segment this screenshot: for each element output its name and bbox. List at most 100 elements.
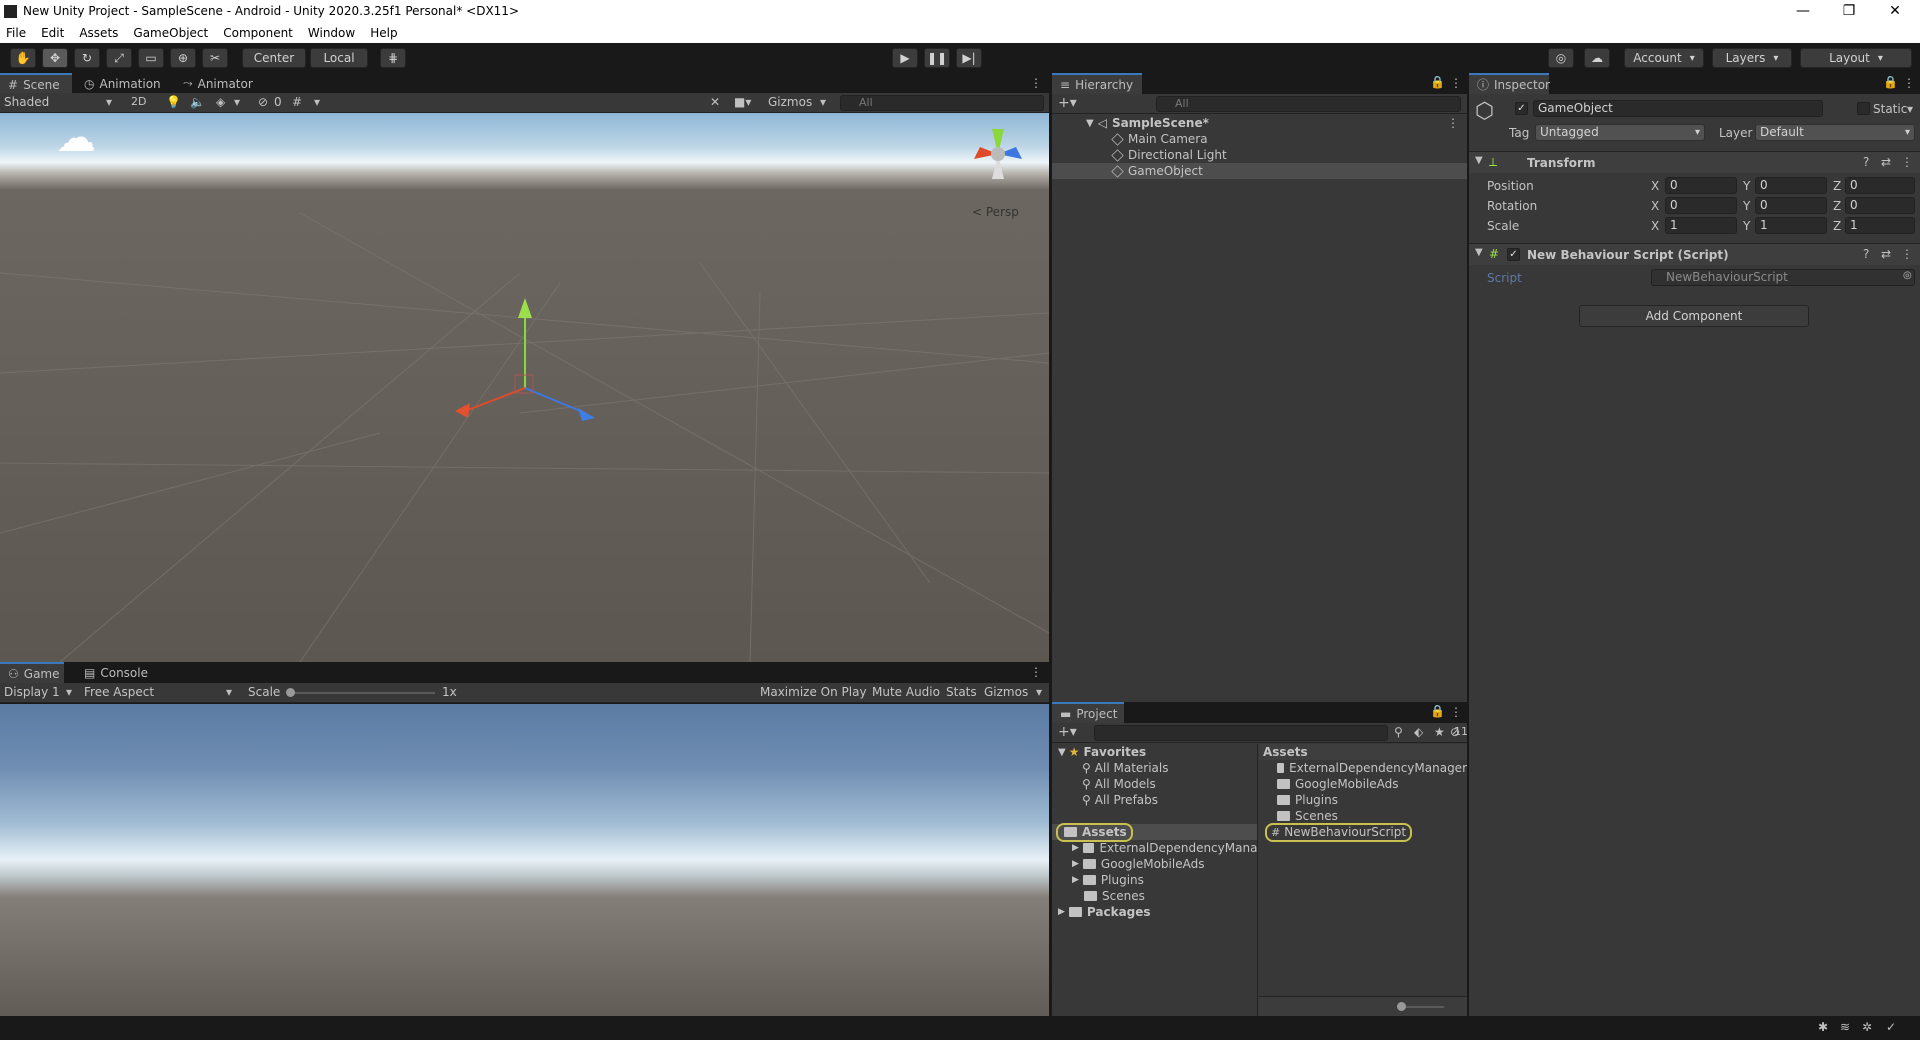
help-icon[interactable]: ? bbox=[1863, 155, 1869, 169]
scene-expand-icon[interactable]: ▼ bbox=[1086, 118, 1094, 129]
rotation-z-field[interactable]: 0 bbox=[1845, 197, 1915, 214]
preset-icon[interactable]: ⇄ bbox=[1881, 155, 1891, 169]
transform-header[interactable]: ▼ ⟂ Transform ? ⇄ ⋮ bbox=[1469, 151, 1920, 173]
perspective-label[interactable]: < Persp bbox=[972, 205, 1019, 219]
object-name-field[interactable]: GameObject bbox=[1533, 100, 1823, 117]
project-add-icon[interactable]: +▾ bbox=[1058, 724, 1077, 740]
inspector-menu-icon[interactable]: ⋮ bbox=[1903, 76, 1915, 90]
layout-dropdown[interactable]: Layout bbox=[1800, 48, 1912, 68]
folder-expand-icon[interactable]: ▶ bbox=[1072, 875, 1079, 885]
play-icon[interactable]: ▶ bbox=[892, 48, 918, 68]
favorite-all-materials[interactable]: ⚲ All Materials bbox=[1052, 760, 1257, 776]
filter-type-icon[interactable]: ⚲ bbox=[1394, 725, 1403, 739]
favorite-all-prefabs[interactable]: ⚲ All Prefabs bbox=[1052, 792, 1257, 808]
display-dropdown[interactable]: Display 1 bbox=[4, 685, 60, 699]
filter-label-icon[interactable]: ⬖ bbox=[1414, 725, 1423, 739]
menu-assets[interactable]: Assets bbox=[79, 26, 118, 40]
rotation-y-field[interactable]: 0 bbox=[1755, 197, 1827, 214]
rotate-tool-icon[interactable]: ↻ bbox=[74, 48, 100, 68]
packages-row[interactable]: ▶ Packages bbox=[1052, 904, 1257, 920]
scale-x-field[interactable]: 1 bbox=[1665, 217, 1737, 234]
grid-icon[interactable]: # bbox=[292, 95, 302, 109]
active-checkbox[interactable]: ✓ bbox=[1515, 102, 1528, 115]
script-component-header[interactable]: ▼ # ✓ New Behaviour Script (Script) ? ⇄ … bbox=[1469, 243, 1920, 265]
grid-snap-icon[interactable]: ⋕ bbox=[380, 48, 406, 68]
position-x-field[interactable]: 0 bbox=[1665, 177, 1737, 194]
packages-expand-icon[interactable]: ▶ bbox=[1058, 907, 1065, 917]
pause-icon[interactable]: ❚❚ bbox=[924, 48, 950, 68]
menu-edit[interactable]: Edit bbox=[41, 26, 64, 40]
hierarchy-lock-icon[interactable]: 🔒 bbox=[1430, 75, 1445, 89]
inspector-lock-icon[interactable]: 🔒 bbox=[1883, 75, 1898, 89]
layer-dropdown[interactable]: Default bbox=[1755, 124, 1915, 141]
status-check-icon[interactable]: ✓ bbox=[1886, 1020, 1896, 1034]
tree-folder-plugins[interactable]: ▶ Plugins bbox=[1052, 872, 1257, 888]
component-menu-icon[interactable]: ⋮ bbox=[1901, 155, 1913, 169]
assets-root-row[interactable]: Assets bbox=[1052, 822, 1257, 842]
restore-button[interactable]: ❐ bbox=[1826, 0, 1872, 22]
maximize-on-play-button[interactable]: Maximize On Play bbox=[760, 685, 867, 699]
asset-item-external[interactable]: ExternalDependencyManager bbox=[1259, 760, 1467, 776]
scene-root-row[interactable]: ▼ ◁ SampleScene* ⋮ bbox=[1052, 115, 1467, 131]
menu-help[interactable]: Help bbox=[370, 26, 397, 40]
scale-slider-handle[interactable] bbox=[286, 688, 295, 697]
tag-dropdown[interactable]: Untagged bbox=[1535, 124, 1705, 141]
hierarchy-add-icon[interactable]: +▾ bbox=[1058, 95, 1077, 111]
hierarchy-item-directional-light[interactable]: Directional Light bbox=[1052, 147, 1467, 163]
tab-console[interactable]: ▤ Console bbox=[76, 662, 156, 683]
menu-gameobject[interactable]: GameObject bbox=[133, 26, 208, 40]
favorite-star-icon[interactable]: ★ bbox=[1434, 725, 1445, 739]
tab-animator[interactable]: ⤳ Animator bbox=[175, 73, 261, 94]
folder-expand-icon[interactable]: ▶ bbox=[1072, 859, 1079, 869]
script-expand-icon[interactable]: ▼ bbox=[1475, 247, 1483, 258]
tree-folder-googleads[interactable]: ▶ GoogleMobileAds bbox=[1052, 856, 1257, 872]
cloud-icon[interactable]: ☁ bbox=[1584, 48, 1610, 68]
favorites-expand-icon[interactable]: ▼ bbox=[1058, 747, 1066, 758]
menu-component[interactable]: Component bbox=[223, 26, 293, 40]
asset-item-scenes[interactable]: Scenes bbox=[1259, 808, 1467, 824]
project-search-input[interactable] bbox=[1094, 725, 1388, 741]
pivot-local-button[interactable]: Local bbox=[310, 48, 368, 68]
scene-viewport[interactable]: ☁ < Persp bbox=[0, 113, 1049, 662]
lighting-icon[interactable]: 💡 bbox=[166, 95, 181, 109]
favorite-all-models[interactable]: ⚲ All Models bbox=[1052, 776, 1257, 792]
preset-icon[interactable]: ⇄ bbox=[1881, 247, 1891, 261]
scale-slider[interactable] bbox=[290, 692, 435, 694]
tab-project[interactable]: ▬ Project bbox=[1052, 702, 1124, 723]
progress-icon[interactable]: ✱ bbox=[1818, 1020, 1828, 1034]
scale-tool-icon[interactable]: ⤢ bbox=[106, 48, 132, 68]
tree-folder-scenes[interactable]: Scenes bbox=[1052, 888, 1257, 904]
asset-item-googleads[interactable]: GoogleMobileAds bbox=[1259, 776, 1467, 792]
folder-expand-icon[interactable]: ▶ bbox=[1072, 843, 1079, 853]
debug-icon[interactable]: ✲ bbox=[1862, 1020, 1872, 1034]
effects-icon[interactable]: ◈ bbox=[216, 95, 225, 109]
scene-search-input[interactable]: All bbox=[840, 95, 1044, 111]
scene-menu-icon[interactable]: ⋮ bbox=[1030, 76, 1042, 90]
hierarchy-item-main-camera[interactable]: Main Camera bbox=[1052, 131, 1467, 147]
move-tool-icon[interactable]: ✥ bbox=[42, 48, 68, 68]
add-component-button[interactable]: Add Component bbox=[1579, 305, 1809, 327]
menu-file[interactable]: File bbox=[6, 26, 26, 40]
asset-item-script[interactable]: # NewBehaviourScript bbox=[1259, 822, 1467, 842]
tools-icon[interactable]: ✕ bbox=[710, 95, 720, 109]
object-picker-icon[interactable]: ◎ bbox=[1903, 270, 1912, 281]
help-icon[interactable]: ? bbox=[1863, 247, 1869, 261]
grid-chevron-icon[interactable]: ▾ bbox=[314, 95, 320, 109]
script-enabled-checkbox[interactable]: ✓ bbox=[1507, 248, 1520, 261]
shading-mode-dropdown[interactable]: Shaded bbox=[4, 95, 49, 109]
game-menu-icon[interactable]: ⋮ bbox=[1030, 665, 1042, 679]
camera-icon[interactable]: ■▾ bbox=[734, 95, 751, 109]
rect-tool-icon[interactable]: ▭ bbox=[138, 48, 164, 68]
gizmos-dropdown[interactable]: Gizmos bbox=[768, 95, 812, 109]
pivot-center-button[interactable]: Center bbox=[242, 48, 306, 68]
close-button[interactable]: ✕ bbox=[1872, 0, 1918, 22]
transform-expand-icon[interactable]: ▼ bbox=[1475, 155, 1483, 166]
minimize-button[interactable]: — bbox=[1780, 0, 1826, 22]
collab-icon[interactable]: ◎ bbox=[1548, 48, 1574, 68]
tab-hierarchy[interactable]: ≡ Hierarchy bbox=[1052, 73, 1142, 94]
script-object-field[interactable]: NewBehaviourScript bbox=[1651, 269, 1915, 286]
game-viewport[interactable] bbox=[0, 704, 1049, 1016]
aspect-dropdown[interactable]: Free Aspect bbox=[84, 685, 154, 699]
hierarchy-menu-icon[interactable]: ⋮ bbox=[1450, 76, 1462, 90]
step-icon[interactable]: ▶| bbox=[956, 48, 982, 68]
